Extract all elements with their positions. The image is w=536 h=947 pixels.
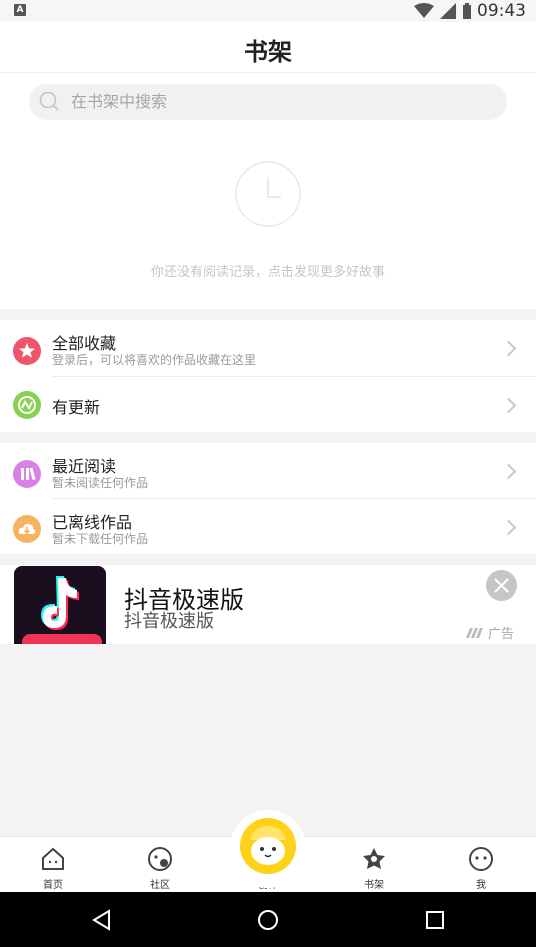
chevron-right-icon	[500, 397, 517, 414]
clock-icon	[235, 161, 301, 227]
list-item-updates[interactable]: 有更新	[0, 377, 536, 433]
search-input[interactable]: 在书架中搜索	[29, 84, 507, 120]
chevron-right-icon	[500, 463, 517, 480]
status-icons	[414, 3, 472, 19]
ad-card[interactable]: 抖音极速版 抖音极速版	[0, 565, 536, 644]
ad-subtitle: 抖音极速版	[124, 611, 214, 632]
create-button[interactable]	[240, 818, 296, 874]
signal-icon	[440, 3, 456, 19]
nav-bookshelf[interactable]: 书架	[344, 837, 404, 893]
home-icon	[42, 847, 64, 870]
ad-thumbnail	[14, 566, 106, 644]
chevron-right-icon	[500, 519, 517, 536]
back-icon[interactable]	[91, 909, 113, 931]
row-subtitle: 登录后，可以将喜欢的作品收藏在这里	[52, 353, 257, 367]
update-icon	[13, 391, 41, 419]
favorites-section: 全部收藏 登录后，可以将喜欢的作品收藏在这里 有更新	[0, 320, 536, 432]
ad-network-icon	[466, 627, 483, 638]
home-circle-icon[interactable]	[257, 909, 279, 931]
row-title: 有更新	[52, 398, 101, 417]
close-icon	[494, 578, 509, 593]
bookshelf-icon	[363, 848, 385, 869]
create-mascot-icon	[250, 826, 286, 865]
nav-me[interactable]: 我	[451, 837, 511, 893]
battery-icon	[463, 3, 471, 19]
search-area: 在书架中搜索 你还没有阅读记录，点击发现更多好故事	[0, 73, 536, 309]
chevron-right-icon	[500, 340, 517, 357]
community-icon	[148, 847, 172, 871]
system-nav-bar	[0, 892, 536, 947]
wifi-icon	[414, 3, 434, 18]
offline-download-icon	[13, 515, 41, 543]
recent-read-icon	[13, 460, 41, 488]
nav-label: 书架	[364, 880, 384, 891]
nav-label: 首页	[43, 880, 63, 891]
row-subtitle: 暂未下载任何作品	[52, 532, 149, 546]
page-title: 书架	[244, 38, 292, 66]
ad-thumbnail-banner	[22, 634, 102, 644]
list-item-offline-works[interactable]: 已离线作品 暂未下载任何作品	[0, 499, 536, 555]
page-header: 书架	[0, 22, 536, 73]
tiktok-logo-icon	[41, 576, 79, 630]
recent-apps-icon[interactable]	[425, 910, 445, 930]
search-icon	[39, 91, 59, 111]
nav-label: 我	[476, 880, 486, 891]
search-placeholder: 在书架中搜索	[71, 92, 168, 111]
reading-section: 最近阅读 暂未阅读任何作品 已离线作品 暂未下载任何作品	[0, 443, 536, 554]
row-subtitle: 暂未阅读任何作品	[52, 476, 149, 490]
star-icon	[13, 337, 41, 365]
nav-label: 社区	[150, 880, 170, 891]
nav-community[interactable]: 社区	[130, 837, 190, 893]
list-item-recent-reading[interactable]: 最近阅读 暂未阅读任何作品	[0, 443, 536, 499]
nav-home[interactable]: 首页	[23, 837, 83, 893]
ad-label-text: 广告	[488, 627, 515, 642]
ad-close-button[interactable]	[486, 570, 517, 601]
notification-badge: A	[14, 4, 26, 16]
profile-icon	[469, 847, 493, 871]
empty-state-message: 你还没有阅读记录，点击发现更多好故事	[150, 265, 385, 280]
status-time: 09:43	[477, 1, 526, 21]
status-bar: A 09:43	[0, 0, 536, 22]
list-item-all-favorites[interactable]: 全部收藏 登录后，可以将喜欢的作品收藏在这里	[0, 320, 536, 376]
ad-label: 广告	[466, 623, 514, 642]
